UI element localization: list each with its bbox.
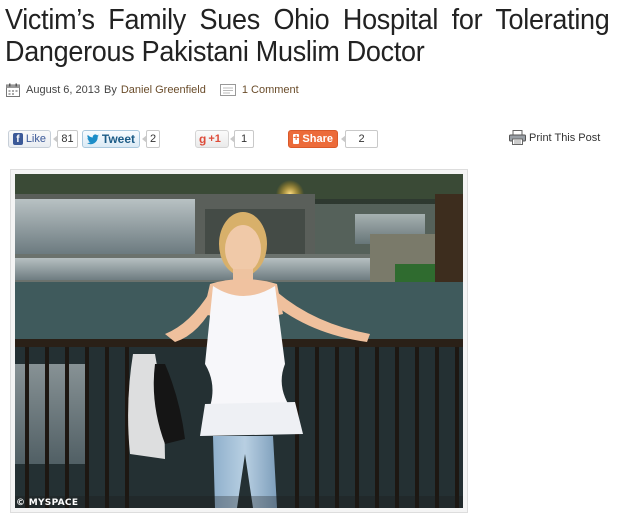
share-button[interactable]: + Share	[288, 130, 338, 148]
article-photo	[10, 169, 468, 513]
facebook-like-button[interactable]: f Like	[8, 130, 51, 148]
print-label: Print This Post	[529, 131, 601, 144]
calendar-icon	[6, 83, 20, 97]
article-title: Victim’s Family Sues Ohio Hospital for T…	[5, 4, 610, 68]
post-meta: August 6, 2013 By Daniel Greenfield 1 Co…	[6, 83, 299, 97]
share-plus-icon: +	[293, 133, 300, 144]
comments-link[interactable]: 1 Comment	[242, 84, 299, 96]
facebook-like-label: Like	[25, 133, 46, 145]
share-bar: f Like 81 Tweet 2 g +1 1 + Share 2 Print…	[0, 130, 620, 152]
facebook-icon: f	[13, 133, 23, 145]
facebook-like-count: 81	[53, 130, 78, 148]
google-plus-button[interactable]: g +1	[195, 130, 229, 148]
share-label: Share	[302, 133, 333, 145]
twitter-bird-icon	[87, 133, 99, 144]
share-count: 2	[341, 130, 378, 148]
google-plus-label: +1	[208, 133, 221, 145]
article-photo-image	[15, 174, 463, 508]
google-plus-count: 1	[230, 130, 254, 148]
google-plus-icon: g	[199, 132, 207, 146]
print-link[interactable]: Print This Post	[509, 130, 600, 145]
photo-watermark: © MYSPACE	[16, 498, 79, 508]
author-link[interactable]: Daniel Greenfield	[121, 84, 206, 96]
tweet-label: Tweet	[101, 132, 135, 146]
post-date: August 6, 2013	[26, 84, 101, 96]
printer-icon	[509, 130, 526, 145]
comment-icon	[219, 84, 236, 96]
tweet-count: 2	[142, 130, 160, 148]
tweet-button[interactable]: Tweet	[82, 130, 140, 148]
by-label: By	[104, 84, 117, 96]
